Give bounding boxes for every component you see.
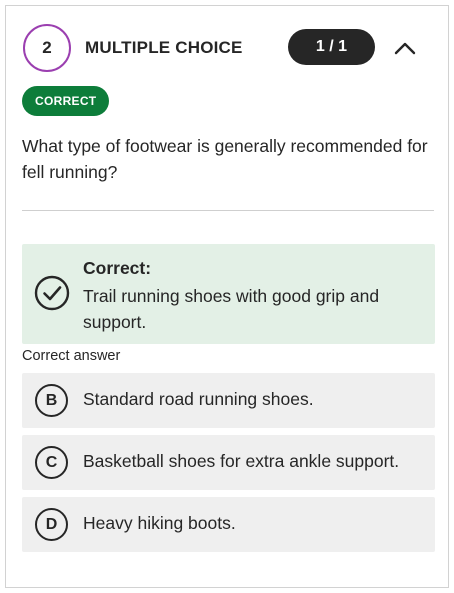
check-circle-icon (34, 275, 70, 311)
option-text: Standard road running shoes. (83, 389, 314, 409)
question-number: 2 (23, 24, 71, 72)
divider (22, 210, 434, 211)
option-letter: B (35, 384, 68, 417)
feedback-title: Correct: (83, 258, 152, 278)
option-text: Basketball shoes for extra ankle support… (83, 451, 400, 471)
option-text: Heavy hiking boots. (83, 513, 236, 533)
options-list: B Standard road running shoes. C Basketb… (22, 373, 435, 559)
option-c[interactable]: C Basketball shoes for extra ankle suppo… (22, 435, 435, 490)
option-b[interactable]: B Standard road running shoes. (22, 373, 435, 428)
collapse-button[interactable] (390, 33, 420, 63)
chevron-up-icon (394, 42, 416, 55)
score-pill: 1 / 1 (288, 29, 375, 65)
status-badge: CORRECT (22, 86, 110, 116)
question-type-label: MULTIPLE CHOICE (85, 38, 243, 57)
question-card: 2 MULTIPLE CHOICE 1 / 1 CORRECT What typ… (5, 5, 449, 588)
feedback-answer-text: Trail running shoes with good grip and s… (83, 286, 380, 332)
correct-answer-label: Correct answer (22, 348, 121, 364)
option-letter: C (35, 446, 68, 479)
option-letter: D (35, 508, 68, 541)
question-text: What type of footwear is generally recom… (22, 136, 428, 182)
option-d[interactable]: D Heavy hiking boots. (22, 497, 435, 552)
feedback-box: Correct: Trail running shoes with good g… (22, 244, 435, 344)
